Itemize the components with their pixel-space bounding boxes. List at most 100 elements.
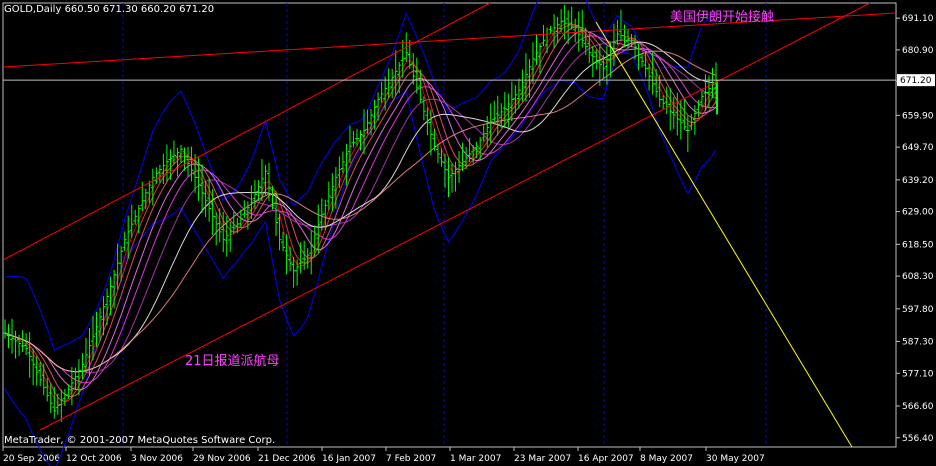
price-bar: [3, 319, 7, 339]
price-bar: [171, 140, 176, 165]
price-bar: [210, 188, 215, 235]
y-tick-label: 587.30: [902, 338, 934, 348]
price-bar: [555, 16, 560, 44]
price-bar: [527, 59, 532, 98]
price-bar: [685, 115, 690, 152]
y-tick-label: 691.10: [902, 14, 934, 24]
x-tick-label: 3 Nov 2006: [131, 454, 183, 464]
price-bar: [668, 88, 673, 131]
price-bar: [457, 151, 462, 184]
price-bar: [601, 54, 606, 78]
price-bar: [640, 52, 645, 68]
price-chart: 691.10680.90670.80659.90649.70639.20629.…: [2, 0, 935, 466]
price-bar: [83, 337, 88, 373]
price-bar: [481, 124, 486, 142]
y-tick-label: 608.30: [902, 272, 934, 282]
moving-average-line: [4, 22, 717, 406]
y-tick-label: 556.40: [902, 434, 934, 444]
x-tick-label: 12 Oct 2006: [66, 454, 122, 464]
price-bar: [154, 167, 159, 184]
y-tick-label: 649.70: [902, 143, 934, 153]
price-bar: [548, 25, 553, 35]
current-price-label: 671.20: [900, 76, 932, 86]
price-bar: [351, 130, 356, 148]
x-tick-label: 23 Mar 2007: [514, 454, 571, 464]
price-bar: [562, 4, 567, 40]
x-tick-label: 20 Sep 2006: [3, 454, 60, 464]
price-bar: [682, 99, 687, 130]
price-bar: [442, 153, 447, 188]
y-tick-label: 639.20: [902, 176, 934, 186]
price-bar: [284, 234, 289, 275]
copyright-text: MetaTrader, © 2001-2007 MetaQuotes Softw…: [4, 435, 276, 446]
price-bar: [569, 6, 574, 30]
price-bar: [337, 156, 342, 189]
price-bar: [224, 216, 229, 257]
price-bar: [34, 356, 39, 386]
price-bar: [69, 367, 74, 406]
annotation-bottom-left: 21日报道派航母: [185, 354, 280, 369]
price-bar: [288, 246, 293, 272]
y-tick-label: 659.90: [902, 111, 934, 121]
price-bar: [523, 53, 528, 102]
x-tick-label: 8 May 2007: [640, 454, 693, 464]
price-bar: [214, 212, 219, 246]
price-bar: [516, 78, 521, 109]
price-bar: [256, 180, 261, 201]
price-bar: [228, 221, 233, 252]
price-bar: [217, 208, 222, 243]
price-bar: [13, 330, 18, 359]
x-tick-label: 30 May 2007: [706, 454, 765, 464]
y-tick-label: 680.90: [902, 46, 934, 56]
price-bar: [52, 386, 57, 419]
x-tick-label: 1 Mar 2007: [450, 454, 501, 464]
price-bar: [316, 204, 321, 253]
price-bar: [136, 204, 141, 234]
price-bar: [295, 259, 300, 286]
price-bar: [94, 311, 99, 348]
price-bar: [587, 34, 592, 64]
annotation-top-right: 美国伊朗开始接触: [670, 10, 775, 25]
moving-average-line: [4, 24, 717, 403]
price-bar: [541, 24, 546, 47]
price-bar: [164, 144, 169, 182]
price-bar: [678, 100, 683, 140]
channel-lower-line: [39, 2, 871, 431]
price-bar: [509, 81, 514, 122]
symbol-header: GOLD,Daily 660.50 671.30 660.20 671.20: [4, 4, 214, 15]
price-bar: [492, 100, 497, 125]
price-bar: [298, 242, 303, 274]
y-tick-label: 618.50: [902, 240, 934, 250]
price-bar: [618, 9, 623, 41]
x-tick-label: 7 Feb 2007: [386, 454, 436, 464]
price-bar: [6, 324, 11, 349]
price-bar: [594, 49, 599, 70]
y-tick-label: 566.60: [902, 402, 934, 412]
price-bar: [263, 164, 268, 195]
x-tick-label: 29 Nov 2006: [193, 454, 251, 464]
price-bar: [182, 147, 187, 171]
price-bar: [252, 180, 257, 209]
price-bar: [347, 125, 352, 164]
y-tick-label: 597.80: [902, 305, 934, 315]
price-bar: [122, 231, 127, 252]
price-bar: [379, 81, 384, 103]
price-bar: [520, 69, 525, 102]
downtrend-line: [595, 21, 853, 448]
price-bar: [439, 148, 444, 167]
price-bar: [530, 42, 535, 85]
price-bar: [59, 389, 64, 422]
symbol-label: GOLD,Daily: [4, 4, 62, 15]
ohlc-values: 660.50 671.30 660.20 671.20: [64, 4, 215, 15]
x-tick-label: 16 Apr 2007: [578, 454, 634, 464]
price-bar: [133, 210, 138, 225]
price-bar: [622, 24, 627, 48]
bollinger-lower-band: [4, 51, 717, 466]
price-bar: [428, 109, 433, 156]
chart-window: 691.10680.90670.80659.90649.70639.20629.…: [0, 0, 936, 466]
price-bar: [495, 95, 500, 136]
y-tick-label: 577.10: [902, 369, 934, 379]
y-tick-label: 629.00: [902, 208, 934, 218]
price-bar: [485, 116, 490, 148]
price-bar: [143, 188, 148, 210]
